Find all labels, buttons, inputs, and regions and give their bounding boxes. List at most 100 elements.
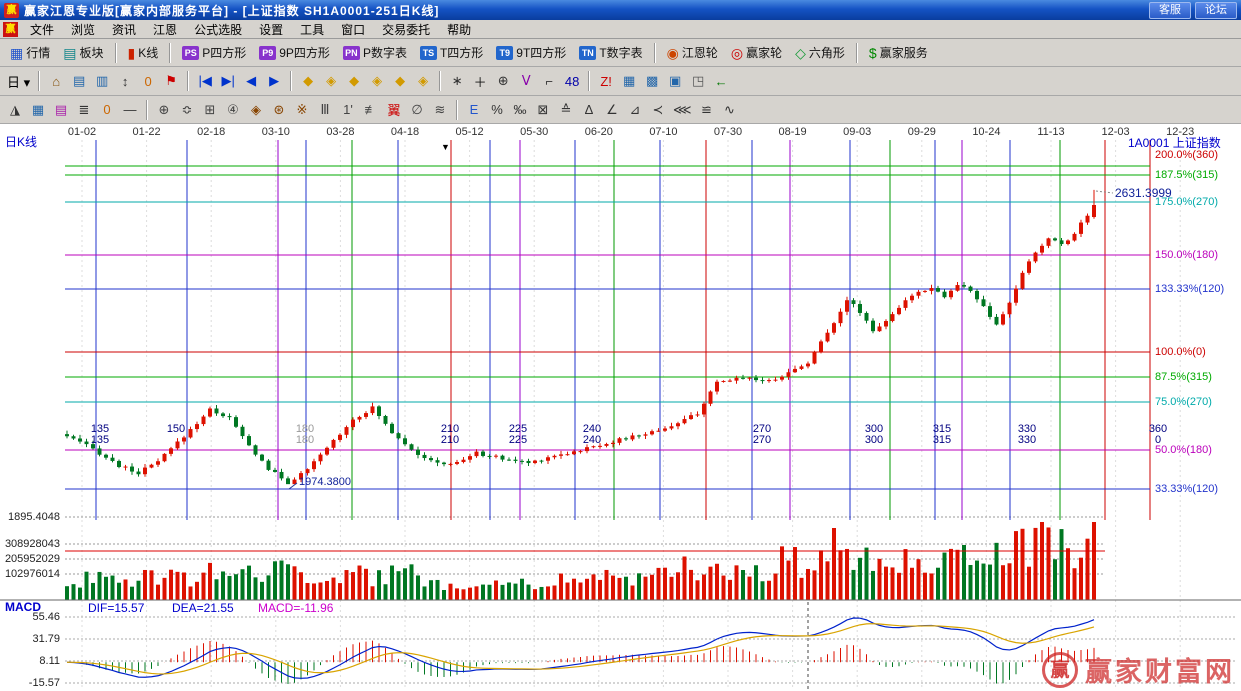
menu-item-5[interactable]: 设置 xyxy=(251,19,291,40)
nav-tool-28[interactable]: Z! xyxy=(595,70,617,92)
draw-tool-23[interactable]: ‰ xyxy=(509,99,531,121)
nav-tool-3[interactable]: ▤ xyxy=(68,70,90,92)
p-shuzibiao-label: P数字表 xyxy=(363,44,407,61)
draw-tool-30[interactable]: ⋘ xyxy=(670,99,695,121)
nav-tool-23[interactable]: ⊕ xyxy=(492,70,514,92)
toolbar-9p-sifangxing-button[interactable]: P99P四方形 xyxy=(253,41,336,64)
draw-tool-27[interactable]: ∠ xyxy=(601,99,623,121)
draw-tool-32[interactable]: ∿ xyxy=(719,99,741,121)
nav-tool-18[interactable]: ◆ xyxy=(389,70,411,92)
nav-tool-15[interactable]: ◈ xyxy=(320,70,342,92)
draw-tool-15[interactable]: 1' xyxy=(337,99,359,121)
draw-tool-18[interactable]: ∅ xyxy=(406,99,428,121)
nav-tool-25[interactable]: ⌐ xyxy=(538,70,560,92)
menu-item-1[interactable]: 浏览 xyxy=(63,19,103,40)
draw-tool-4[interactable]: 0 xyxy=(96,99,118,121)
draw-tool-12[interactable]: ⊛ xyxy=(268,99,290,121)
draw-tool-26[interactable]: Δ xyxy=(578,99,600,121)
toolbar-kxian-button[interactable]: ▮K线 xyxy=(122,41,165,64)
gann-level-label: 87.5%(315) xyxy=(1155,372,1212,383)
draw-tool-2[interactable]: ▤ xyxy=(50,99,72,121)
toolbar-liujiaoxing-button[interactable]: ◇六角形 xyxy=(789,41,851,64)
draw-tool-31[interactable]: ≌ xyxy=(696,99,718,121)
toolbar-p-shuzibiao-button[interactable]: PNP数字表 xyxy=(337,41,413,64)
nav-tool-26[interactable]: 48 xyxy=(561,70,583,92)
date-axis-label: 03-28 xyxy=(318,127,362,138)
app-logo-icon: 赢 xyxy=(4,3,19,18)
menu-item-3[interactable]: 江恩 xyxy=(145,19,185,40)
menu-item-2[interactable]: 资讯 xyxy=(104,19,144,40)
nav-tool-16[interactable]: ◆ xyxy=(343,70,365,92)
kxian-icon: ▮ xyxy=(128,46,136,60)
toolbar-hangqing-button[interactable]: ▦行情 xyxy=(4,41,56,64)
draw-tool-28[interactable]: ⊿ xyxy=(624,99,646,121)
nav-tool-0[interactable]: 日 ▾ xyxy=(4,70,33,92)
nav-tool-14[interactable]: ◆ xyxy=(297,70,319,92)
p-shuzibiao-icon: PN xyxy=(343,46,360,60)
menu-item-0[interactable]: 文件 xyxy=(22,19,62,40)
bankuai-icon: ▤ xyxy=(63,46,76,60)
gann-level-label: 75.0%(270) xyxy=(1155,397,1212,408)
draw-tool-19[interactable]: ≋ xyxy=(429,99,451,121)
nav-tool-30[interactable]: ▩ xyxy=(641,70,663,92)
draw-tool-25[interactable]: ≙ xyxy=(555,99,577,121)
nav-tool-17[interactable]: ◈ xyxy=(366,70,388,92)
menu-item-9[interactable]: 帮助 xyxy=(439,19,479,40)
date-axis-label: 10-24 xyxy=(964,127,1008,138)
toolbar-yingjia-fuwu-button[interactable]: $赢家服务 xyxy=(863,41,934,64)
nav-tool-19[interactable]: ◈ xyxy=(412,70,434,92)
toolbar-jiangenlun-button[interactable]: ◉江恩轮 xyxy=(661,41,724,64)
nav-tool-21[interactable]: ∗ xyxy=(446,70,468,92)
nav-tool-31[interactable]: ▣ xyxy=(664,70,686,92)
toolbar-yingjialun-button[interactable]: ◎赢家轮 xyxy=(725,41,788,64)
toolbar-t-sifangxing-button[interactable]: TST四方形 xyxy=(414,41,489,64)
macd-axis-label: -15.57 xyxy=(0,678,60,689)
draw-tool-5[interactable]: — xyxy=(119,99,141,121)
watermark-logo-icon: 赢 xyxy=(1042,652,1078,688)
draw-tool-0[interactable]: ◮ xyxy=(4,99,26,121)
draw-tool-21[interactable]: E xyxy=(463,99,485,121)
draw-tool-1[interactable]: ▦ xyxy=(27,99,49,121)
nav-tool-4[interactable]: ▥ xyxy=(91,70,113,92)
date-axis-label: 08-19 xyxy=(771,127,815,138)
draw-tool-17[interactable]: 翼 xyxy=(383,99,405,121)
draw-tool-10[interactable]: ④ xyxy=(222,99,244,121)
toolbar-p-sifangxing-button[interactable]: PSP四方形 xyxy=(176,41,252,64)
nav-tool-5[interactable]: ↕ xyxy=(114,70,136,92)
draw-tool-13[interactable]: ※ xyxy=(291,99,313,121)
date-axis-label: 04-18 xyxy=(383,127,427,138)
menu-item-7[interactable]: 窗口 xyxy=(333,19,373,40)
draw-tool-24[interactable]: ⊠ xyxy=(532,99,554,121)
main-toolbar: ▦行情▤板块▮K线PSP四方形P99P四方形PNP数字表TST四方形T99T四方… xyxy=(0,39,1241,67)
draw-tool-7[interactable]: ⊕ xyxy=(153,99,175,121)
nav-tool-2[interactable]: ⌂ xyxy=(45,70,67,92)
menu-item-8[interactable]: 交易委托 xyxy=(374,19,438,40)
nav-tool-33[interactable]: ← xyxy=(710,70,732,92)
nav-tool-29[interactable]: ▦ xyxy=(618,70,640,92)
draw-tool-9[interactable]: ⊞ xyxy=(199,99,221,121)
nav-tool-24[interactable]: Ⅴ xyxy=(515,70,537,92)
nav-tool-12[interactable]: ▶ xyxy=(263,70,285,92)
draw-tool-22[interactable]: % xyxy=(486,99,508,121)
draw-tool-8[interactable]: ≎ xyxy=(176,99,198,121)
draw-tool-29[interactable]: ≺ xyxy=(647,99,669,121)
menu-item-6[interactable]: 工具 xyxy=(292,19,332,40)
nav-tool-6[interactable]: 0 xyxy=(137,70,159,92)
customer-service-button[interactable]: 客服 xyxy=(1149,2,1191,19)
nav-tool-22[interactable]: ＋ xyxy=(469,70,491,92)
draw-tool-14[interactable]: Ⅲ xyxy=(314,99,336,121)
liujiaoxing-label: 六角形 xyxy=(809,44,845,61)
nav-tool-7[interactable]: ⚑ xyxy=(160,70,182,92)
draw-tool-11[interactable]: ◈ xyxy=(245,99,267,121)
nav-tool-10[interactable]: ▶| xyxy=(217,70,239,92)
menu-item-4[interactable]: 公式选股 xyxy=(186,19,250,40)
forum-button[interactable]: 论坛 xyxy=(1195,2,1237,19)
nav-tool-9[interactable]: |◀ xyxy=(194,70,216,92)
draw-tool-3[interactable]: ≣ xyxy=(73,99,95,121)
nav-tool-32[interactable]: ◳ xyxy=(687,70,709,92)
draw-tool-16[interactable]: ≢ xyxy=(360,99,382,121)
toolbar-9t-sifangxing-button[interactable]: T99T四方形 xyxy=(490,41,572,64)
nav-tool-11[interactable]: ◀ xyxy=(240,70,262,92)
toolbar-bankuai-button[interactable]: ▤板块 xyxy=(57,41,109,64)
toolbar-t-shuzibiao-button[interactable]: TNT数字表 xyxy=(573,41,648,64)
